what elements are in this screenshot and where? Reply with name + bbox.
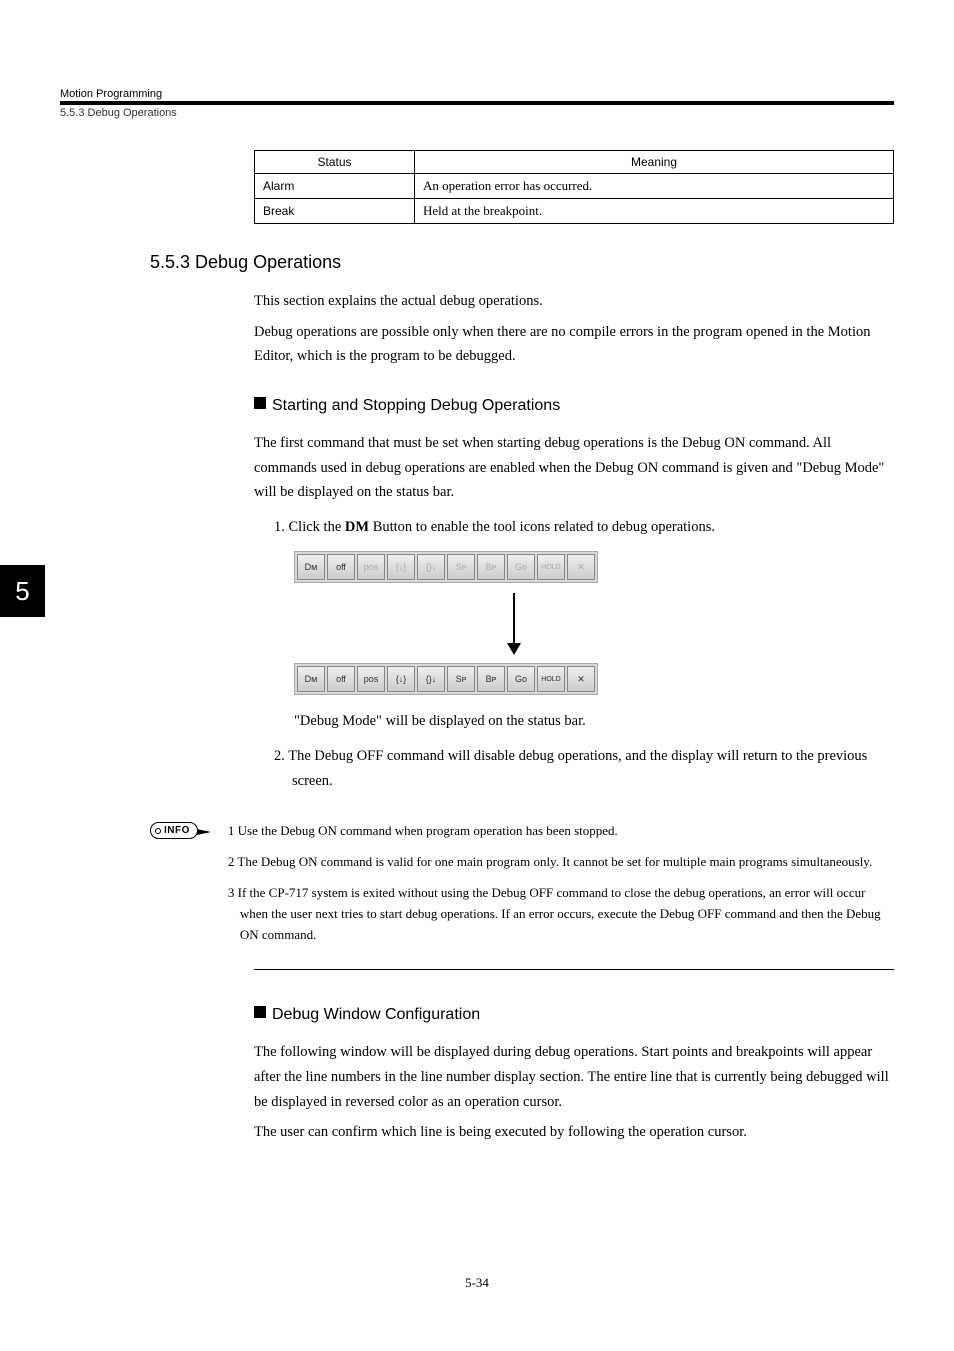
table-row: Alarm An operation error has occurred. [255,174,894,199]
step-item: 1. Click the DM Button to enable the too… [274,515,894,540]
section-heading: 5.5.3 Debug Operations [150,252,894,273]
step-item: 2. The Debug OFF command will disable de… [274,744,894,793]
close-button: ✕ [567,554,595,580]
sp-button[interactable]: Sᴘ [447,666,475,692]
chapter-tab: 5 [0,565,45,617]
header-rule [60,101,894,105]
table-cell: Break [255,199,415,224]
debug-off-button[interactable]: off [327,666,355,692]
info-item: 3 If the CP-717 system is exited without… [228,883,894,945]
hold-button[interactable]: HOLD [537,666,565,692]
table-cell: Alarm [255,174,415,199]
body-paragraph: The first command that must be set when … [254,431,894,505]
subsection-title: 5.5.3 Debug Operations [60,107,894,119]
table-header-status: Status [255,151,415,174]
step-in-button: {↓} [387,554,415,580]
chapter-title: Motion Programming [60,88,894,100]
table-row: Break Held at the breakpoint. [255,199,894,224]
square-bullet-icon [254,1006,266,1018]
toolbar-enabled: Dᴍ off pos {↓} {}↓ Sᴘ Bᴘ Gᴏ HOLD ✕ [294,663,598,695]
info-badge-icon: INFO [150,822,198,839]
subheading-debug-window: Debug Window Configuration [254,1006,894,1024]
toolbar-disabled: Dᴍ off pos {↓} {}↓ Sᴘ Bᴘ Gᴏ HOLD ✕ [294,551,598,583]
step-over-button[interactable]: {}↓ [417,666,445,692]
debug-mode-button[interactable]: Dᴍ [297,666,325,692]
step-note: "Debug Mode" will be displayed on the st… [294,709,894,734]
status-table: Status Meaning Alarm An operation error … [254,150,894,224]
table-cell: An operation error has occurred. [415,174,894,199]
info-block: INFO 1 Use the Debug ON command when pro… [150,821,894,955]
arrow-down-icon [513,593,515,653]
square-bullet-icon [254,397,266,409]
page-content: Status Meaning Alarm An operation error … [60,150,894,1145]
divider [254,969,894,970]
bp-button: Bᴘ [477,554,505,580]
body-paragraph: Debug operations are possible only when … [254,320,894,369]
sp-button: Sᴘ [447,554,475,580]
bp-button[interactable]: Bᴘ [477,666,505,692]
hold-button: HOLD [537,554,565,580]
body-paragraph: The following window will be displayed d… [254,1040,894,1114]
table-header-meaning: Meaning [415,151,894,174]
go-button[interactable]: Gᴏ [507,666,535,692]
close-button[interactable]: ✕ [567,666,595,692]
page-number: 5-34 [0,1275,954,1291]
subheading-starting-stopping: Starting and Stopping Debug Operations [254,397,894,415]
pos-button[interactable]: pos [357,666,385,692]
info-body: 1 Use the Debug ON command when program … [228,821,894,955]
subheading-label: Debug Window Configuration [272,1006,480,1023]
step-over-button: {}↓ [417,554,445,580]
subheading-label: Starting and Stopping Debug Operations [272,397,560,414]
info-item: 2 The Debug ON command is valid for one … [228,852,894,873]
body-paragraph: The user can confirm which line is being… [254,1120,894,1145]
go-button: Gᴏ [507,554,535,580]
table-cell: Held at the breakpoint. [415,199,894,224]
debug-mode-button[interactable]: Dᴍ [297,554,325,580]
debug-off-button[interactable]: off [327,554,355,580]
info-item: 1 Use the Debug ON command when program … [228,821,894,842]
step-text: Button to enable the tool icons related … [369,519,715,535]
pos-button: pos [357,554,385,580]
toolbar-illustration: Dᴍ off pos {↓} {}↓ Sᴘ Bᴘ Gᴏ HOLD ✕ Dᴍ of… [294,551,734,695]
step-text: 1. Click the [274,519,345,535]
page-header: Motion Programming 5.5.3 Debug Operation… [60,88,894,119]
step-in-button[interactable]: {↓} [387,666,415,692]
step-bold: DM [345,519,369,535]
body-paragraph: This section explains the actual debug o… [254,289,894,314]
